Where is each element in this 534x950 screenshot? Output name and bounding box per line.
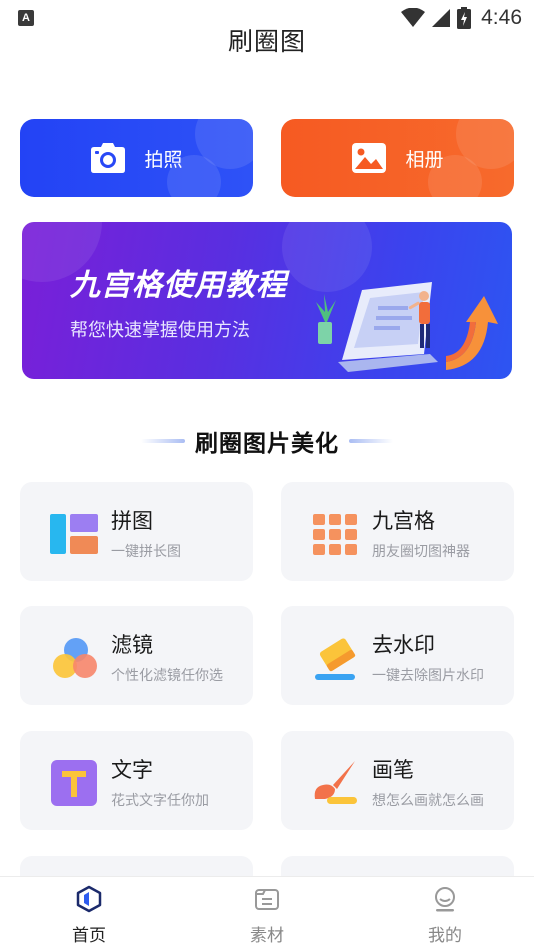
profile-icon	[435, 887, 455, 912]
feature-card-collage[interactable]: 拼图 一键拼长图	[20, 482, 253, 581]
section-divider-right	[349, 439, 393, 443]
nav-label: 素材	[250, 926, 284, 946]
nav-item-home[interactable]: 首页	[0, 877, 178, 950]
nav-item-material[interactable]: 素材	[178, 877, 356, 950]
feature-title: 去水印	[372, 633, 435, 657]
feature-card-brush[interactable]: 画笔 想怎么画就怎么画	[281, 731, 514, 830]
brush-icon	[314, 761, 357, 804]
feature-card-grid[interactable]: 九宫格 朋友圈切图神器	[281, 482, 514, 581]
collage-icon	[50, 514, 98, 554]
image-icon	[352, 143, 387, 173]
feature-subtitle: 朋友圈切图神器	[372, 544, 470, 560]
feature-title: 画笔	[372, 758, 414, 782]
album-button-label: 相册	[405, 148, 444, 171]
feature-card-watermark[interactable]: 去水印 一键去除图片水印	[281, 606, 514, 705]
tutorial-illustration	[316, 282, 498, 372]
nav-label: 首页	[72, 926, 106, 946]
feature-title: 拼图	[111, 509, 153, 533]
text-icon	[51, 760, 97, 806]
feature-card-text[interactable]: 文字 花式文字任你加	[20, 731, 253, 830]
material-icon	[255, 889, 279, 910]
bottom-nav: 首页 素材 我的	[0, 876, 534, 950]
tutorial-banner[interactable]: 九宫格使用教程 帮您快速掌握使用方法	[22, 222, 512, 379]
section-title: 刷圈图片美化	[195, 431, 339, 457]
banner-title: 九宫格使用教程	[70, 268, 287, 303]
feature-title: 文字	[111, 758, 153, 782]
feature-title: 滤镜	[111, 633, 153, 657]
home-icon	[76, 885, 102, 913]
feature-subtitle: 个性化滤镜任你选	[111, 668, 223, 684]
section-header: 刷圈图片美化	[0, 424, 534, 458]
filter-icon	[53, 638, 97, 678]
section-divider-left	[141, 439, 185, 443]
feature-card-filter[interactable]: 滤镜 个性化滤镜任你选	[20, 606, 253, 705]
camera-button-label: 拍照	[144, 148, 183, 171]
nav-label: 我的	[428, 926, 462, 946]
album-button[interactable]: 相册	[281, 119, 514, 197]
feature-subtitle: 一键去除图片水印	[372, 668, 484, 684]
page-title: 刷圈图	[227, 27, 306, 56]
feature-subtitle: 花式文字任你加	[111, 793, 209, 809]
camera-icon	[91, 143, 126, 173]
feature-title: 九宫格	[372, 509, 435, 533]
camera-button[interactable]: 拍照	[20, 119, 253, 197]
eraser-icon	[315, 638, 356, 680]
banner-subtitle: 帮您快速掌握使用方法	[70, 320, 250, 341]
feature-subtitle: 想怎么画就怎么画	[372, 793, 484, 809]
feature-subtitle: 一键拼长图	[111, 544, 181, 560]
grid-icon	[313, 514, 357, 555]
nav-item-profile[interactable]: 我的	[356, 877, 534, 950]
